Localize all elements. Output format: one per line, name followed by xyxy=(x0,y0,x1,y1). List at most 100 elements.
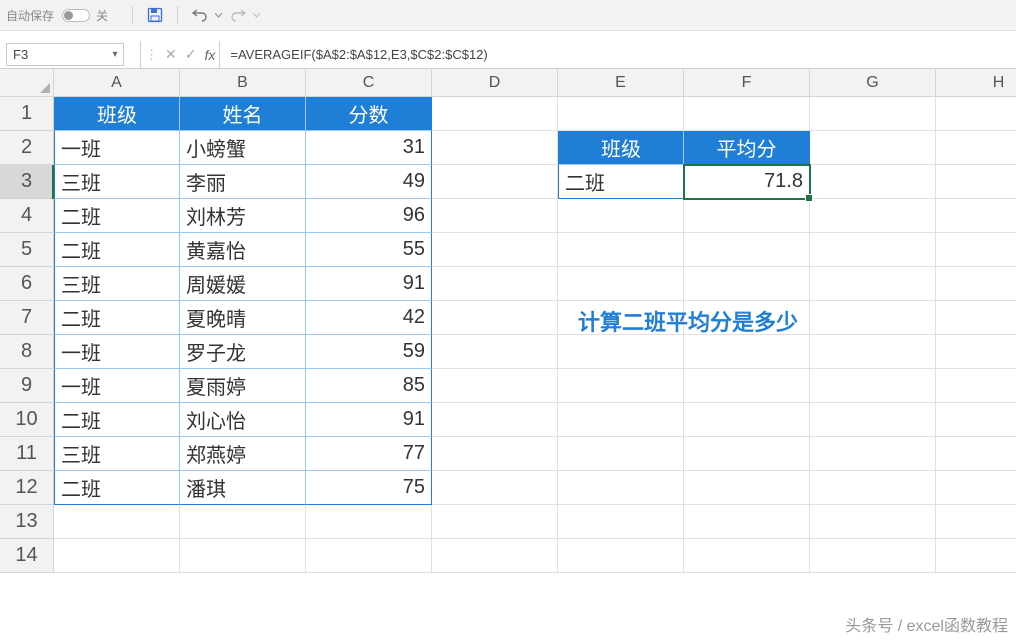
cell[interactable] xyxy=(306,539,432,573)
cell[interactable] xyxy=(432,505,558,539)
cell[interactable] xyxy=(684,471,810,505)
cell[interactable]: 二班 xyxy=(558,165,684,199)
cell[interactable]: 郑燕婷 xyxy=(180,437,306,471)
cell[interactable]: 小螃蟹 xyxy=(180,131,306,165)
cell[interactable]: 31 xyxy=(306,131,432,165)
cell[interactable] xyxy=(558,267,684,301)
redo-button[interactable] xyxy=(226,3,250,27)
cell[interactable] xyxy=(936,369,1016,403)
formula-input[interactable]: =AVERAGEIF($A$2:$A$12,E3,$C$2:$C$12) xyxy=(220,41,1016,68)
cell[interactable] xyxy=(684,539,810,573)
cell[interactable] xyxy=(936,505,1016,539)
cell[interactable] xyxy=(558,539,684,573)
cell[interactable] xyxy=(558,437,684,471)
cell[interactable] xyxy=(432,131,558,165)
cell[interactable] xyxy=(810,403,936,437)
cell[interactable] xyxy=(810,131,936,165)
row-header[interactable]: 7 xyxy=(0,301,54,335)
cell[interactable] xyxy=(684,335,810,369)
column-header[interactable]: C xyxy=(306,69,432,97)
cell[interactable] xyxy=(558,233,684,267)
column-header[interactable]: H xyxy=(936,69,1016,97)
cell[interactable]: 59 xyxy=(306,335,432,369)
cell[interactable]: 二班 xyxy=(54,233,180,267)
cell[interactable]: 96 xyxy=(306,199,432,233)
cell[interactable]: 二班 xyxy=(54,301,180,335)
cell[interactable] xyxy=(810,199,936,233)
cell[interactable] xyxy=(810,369,936,403)
cell[interactable]: 周媛媛 xyxy=(180,267,306,301)
row-header[interactable]: 2 xyxy=(0,131,54,165)
cell[interactable] xyxy=(936,437,1016,471)
cell[interactable] xyxy=(810,335,936,369)
column-header[interactable]: D xyxy=(432,69,558,97)
cell[interactable] xyxy=(684,437,810,471)
cell[interactable]: 49 xyxy=(306,165,432,199)
cell[interactable] xyxy=(936,97,1016,131)
column-header[interactable]: E xyxy=(558,69,684,97)
cell[interactable] xyxy=(936,233,1016,267)
cell[interactable]: 91 xyxy=(306,267,432,301)
cell[interactable] xyxy=(936,335,1016,369)
name-box-dropdown[interactable]: ▾ xyxy=(107,49,123,60)
undo-dropdown[interactable] xyxy=(214,11,222,19)
cell[interactable]: 平均分 xyxy=(684,131,810,165)
cell[interactable]: 71.8 xyxy=(684,165,810,199)
cell[interactable] xyxy=(936,199,1016,233)
cell[interactable] xyxy=(810,471,936,505)
cell[interactable] xyxy=(558,403,684,437)
cell[interactable]: 75 xyxy=(306,471,432,505)
cell[interactable] xyxy=(432,301,558,335)
cell[interactable]: 姓名 xyxy=(180,97,306,131)
cell[interactable] xyxy=(432,471,558,505)
column-header[interactable]: B xyxy=(180,69,306,97)
row-header[interactable]: 10 xyxy=(0,403,54,437)
row-header[interactable]: 1 xyxy=(0,97,54,131)
row-header[interactable]: 4 xyxy=(0,199,54,233)
cell[interactable]: 班级 xyxy=(558,131,684,165)
select-all-corner[interactable] xyxy=(0,69,54,97)
undo-button[interactable] xyxy=(188,3,212,27)
cell[interactable]: 91 xyxy=(306,403,432,437)
autosave-toggle[interactable] xyxy=(62,9,90,22)
cell[interactable]: 二班 xyxy=(54,471,180,505)
cell[interactable]: 刘心怡 xyxy=(180,403,306,437)
cell[interactable] xyxy=(684,233,810,267)
cell[interactable]: 一班 xyxy=(54,369,180,403)
cell[interactable] xyxy=(432,403,558,437)
cell[interactable]: 二班 xyxy=(54,199,180,233)
cell[interactable] xyxy=(432,199,558,233)
row-header[interactable]: 12 xyxy=(0,471,54,505)
cell[interactable] xyxy=(432,369,558,403)
cell[interactable]: 刘林芳 xyxy=(180,199,306,233)
cell[interactable] xyxy=(684,267,810,301)
row-header[interactable]: 14 xyxy=(0,539,54,573)
cell[interactable] xyxy=(558,97,684,131)
cell[interactable] xyxy=(432,97,558,131)
cell[interactable] xyxy=(936,539,1016,573)
cell[interactable]: 三班 xyxy=(54,267,180,301)
cell[interactable] xyxy=(558,505,684,539)
cell[interactable] xyxy=(558,199,684,233)
cell[interactable] xyxy=(936,131,1016,165)
cell[interactable] xyxy=(558,471,684,505)
cell[interactable] xyxy=(810,233,936,267)
cell[interactable]: 班级 xyxy=(54,97,180,131)
cell[interactable]: 85 xyxy=(306,369,432,403)
column-header[interactable]: G xyxy=(810,69,936,97)
cell[interactable]: 一班 xyxy=(54,335,180,369)
cell[interactable]: 李丽 xyxy=(180,165,306,199)
cell[interactable] xyxy=(684,403,810,437)
cell[interactable] xyxy=(684,97,810,131)
cell[interactable] xyxy=(936,267,1016,301)
cell[interactable]: 分数 xyxy=(306,97,432,131)
row-header[interactable]: 13 xyxy=(0,505,54,539)
cell[interactable]: 55 xyxy=(306,233,432,267)
cell[interactable]: 一班 xyxy=(54,131,180,165)
name-box[interactable]: F3 ▾ xyxy=(6,43,124,66)
cell[interactable] xyxy=(684,505,810,539)
cell[interactable] xyxy=(936,403,1016,437)
cell[interactable] xyxy=(810,437,936,471)
cell[interactable] xyxy=(432,233,558,267)
save-button[interactable] xyxy=(143,3,167,27)
